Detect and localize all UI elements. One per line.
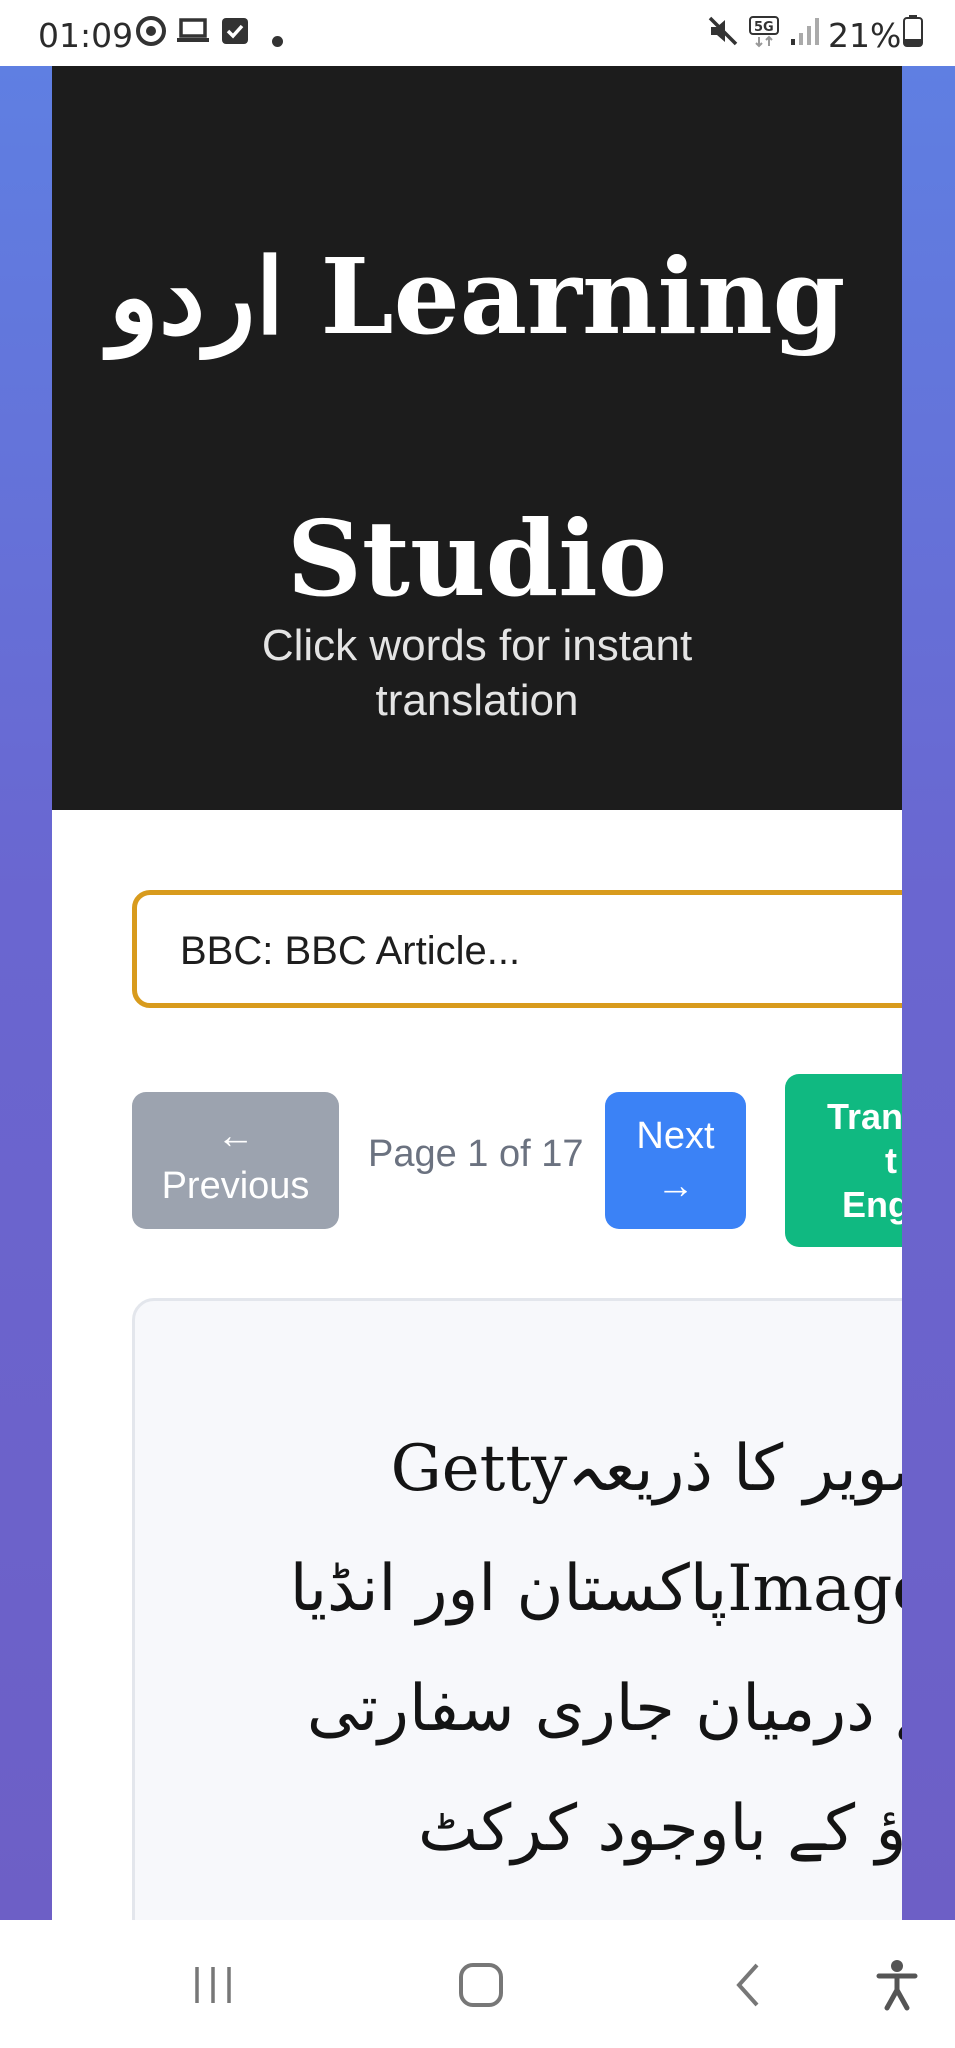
page-indicator: Page 1 of 17	[368, 1133, 584, 1175]
mute-icon	[706, 14, 740, 48]
dot-icon	[272, 36, 283, 47]
status-time: 01:09	[38, 16, 134, 55]
article-reading-pane: تصویر کا ذریعہGetty Imagesپاکستان اور ان…	[132, 1298, 902, 1920]
battery-percent: 21%	[828, 16, 902, 55]
page-title: اردو Learning Studio	[52, 166, 902, 690]
back-icon[interactable]	[714, 1950, 784, 2020]
battery-icon	[896, 14, 930, 48]
title-urdu-word: اردو	[108, 235, 285, 358]
signal-icon	[788, 14, 822, 48]
app-card: اردو Learning Studio Click words for ins…	[52, 66, 902, 1920]
next-button[interactable]: Next →	[605, 1092, 746, 1229]
checkbox-icon	[218, 14, 252, 48]
svg-text:5G: 5G	[754, 20, 774, 35]
recent-apps-icon[interactable]	[178, 1950, 248, 2020]
urdu-article-text: تصویر کا ذریعہGetty Imagesپاکستان اور ان…	[203, 1409, 902, 1889]
system-nav-bar	[0, 1920, 955, 2048]
article-select[interactable]: BBC: BBC Article...	[132, 890, 902, 1008]
article-line[interactable]: Imagesپاکستان اور انڈیا	[203, 1529, 902, 1649]
previous-button[interactable]: ← Previous	[132, 1092, 339, 1229]
previous-label: Previous	[161, 1164, 310, 1207]
status-bar: 01:09 5G 21%	[0, 0, 955, 66]
accessibility-icon[interactable]	[862, 1950, 932, 2020]
translate-label-line3: Eng	[842, 1183, 902, 1225]
5g-icon: 5G	[748, 14, 782, 48]
next-label: Next	[636, 1114, 715, 1157]
left-arrow-icon: ←	[216, 1114, 255, 1157]
laptop-icon	[176, 14, 210, 48]
article-line[interactable]: کے درمیان جاری سفارتی	[203, 1649, 902, 1769]
translate-to-english-button[interactable]: Tran t Eng	[785, 1074, 902, 1247]
at-sign-icon	[134, 14, 168, 48]
title-studio-word: Studio	[286, 497, 668, 620]
article-select-value: BBC: BBC Article...	[180, 929, 521, 973]
app-header: اردو Learning Studio Click words for ins…	[52, 66, 902, 810]
article-line[interactable]: تناؤ کے باوجود کرکٹ	[203, 1769, 902, 1889]
page-subtitle: Click words for instant translation	[261, 621, 693, 725]
article-line[interactable]: تصویر کا ذریعہGetty	[203, 1409, 902, 1529]
translate-label-line2: t	[885, 1139, 897, 1181]
right-arrow-icon: →	[656, 1164, 695, 1207]
translate-label-line1: Tran	[827, 1095, 902, 1137]
home-icon[interactable]	[446, 1950, 516, 2020]
title-learning-word: Learning	[320, 235, 846, 358]
